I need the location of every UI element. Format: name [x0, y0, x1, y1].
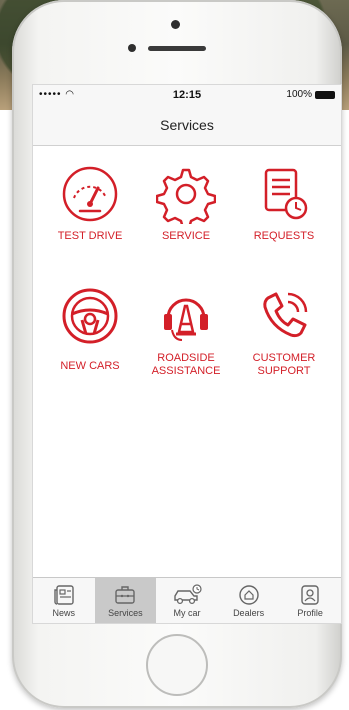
tile-label: ROADSIDE ASSISTANCE [151, 352, 221, 377]
tab-news[interactable]: News [33, 578, 95, 623]
earpiece-speaker [148, 46, 206, 51]
tile-new-cars[interactable]: NEW CARS [45, 286, 135, 396]
newspaper-icon [54, 585, 74, 605]
tab-dealers[interactable]: Dealers [218, 578, 280, 623]
tab-profile[interactable]: Profile [279, 578, 341, 623]
tab-label: My car [173, 608, 201, 618]
car-clock-icon [174, 584, 202, 605]
phone-frame: ••••• ◠ 12:15 100% Services TEST DRIVE S… [12, 0, 342, 708]
tab-my-car[interactable]: My car [156, 578, 218, 623]
app-screen: ••••• ◠ 12:15 100% Services TEST DRIVE S… [32, 84, 342, 624]
tab-bar: News Services My car Dealers Profile [33, 577, 341, 623]
speedometer-icon [62, 166, 118, 222]
tile-roadside-assistance[interactable]: ROADSIDE ASSISTANCE [141, 286, 231, 396]
services-grid: TEST DRIVE SERVICE REQUESTS NEW CARS ROA… [33, 146, 341, 576]
tile-label: TEST DRIVE [57, 230, 123, 242]
location-pin-icon [238, 585, 259, 605]
document-clock-icon [264, 168, 308, 220]
tab-label: Dealers [233, 608, 265, 618]
tile-label: CUSTOMER SUPPORT [252, 352, 316, 377]
roadside-cone-icon [164, 298, 208, 341]
tile-label: REQUESTS [253, 230, 315, 242]
tile-label: NEW CARS [60, 360, 120, 372]
tab-label: Services [108, 608, 143, 618]
front-camera [171, 20, 180, 29]
gear-icon [156, 168, 216, 224]
tab-services[interactable]: Services [94, 578, 157, 623]
tab-label: News [52, 608, 76, 618]
battery-indicator: 100% [286, 89, 335, 100]
proximity-sensor [128, 44, 136, 52]
battery-percent: 100% [286, 89, 312, 100]
briefcase-icon [115, 586, 136, 604]
tile-label: SERVICE [161, 230, 211, 242]
battery-icon [315, 90, 335, 99]
tile-test-drive[interactable]: TEST DRIVE [45, 164, 135, 274]
status-bar: ••••• ◠ 12:15 100% [33, 85, 341, 105]
phone-call-icon [263, 292, 308, 338]
person-icon [301, 585, 319, 605]
page-title: Services [160, 117, 214, 133]
tile-service[interactable]: SERVICE [141, 164, 231, 274]
tile-requests[interactable]: REQUESTS [239, 164, 329, 274]
tab-label: Profile [297, 608, 323, 618]
navigation-bar: Services [33, 105, 341, 146]
tile-customer-support[interactable]: CUSTOMER SUPPORT [239, 286, 329, 396]
home-button[interactable] [146, 634, 208, 696]
steering-wheel-icon [62, 288, 118, 344]
